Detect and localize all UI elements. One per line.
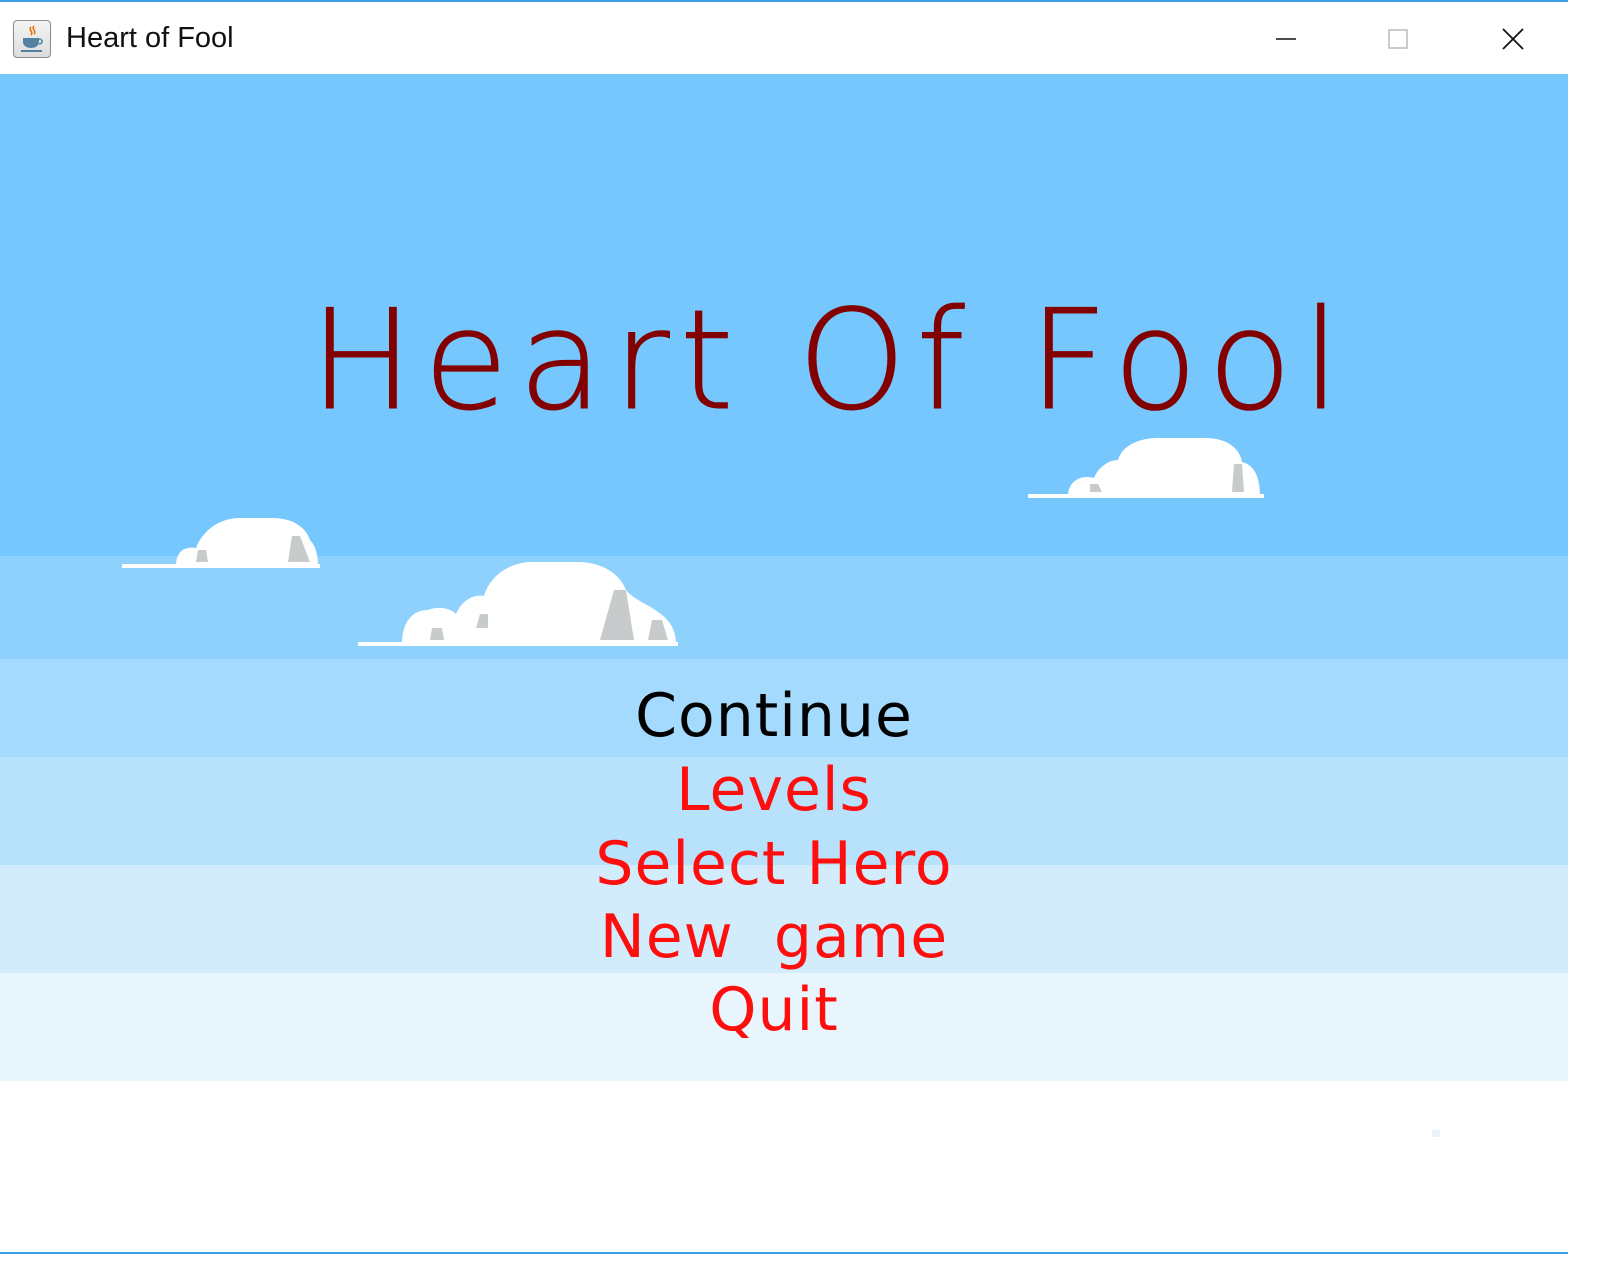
sky-band [0,1081,1568,1252]
menu-item-new-game[interactable]: New game [0,907,1548,967]
window-title: Heart of Fool [66,22,234,54]
cloud-image [358,562,678,646]
game-canvas[interactable]: Heart Of Fool Continue Levels Select Her… [0,74,1568,1252]
pixel-speck [1432,1130,1440,1137]
title-bar[interactable]: Heart of Fool [0,2,1568,74]
close-icon [1502,28,1524,50]
minimize-icon [1276,38,1296,40]
java-coffee-cup-icon[interactable] [13,20,51,58]
close-button[interactable] [1483,16,1543,62]
minimize-button[interactable] [1256,16,1316,62]
menu-item-select-hero[interactable]: Select Hero [0,834,1548,894]
cloud-image [122,518,320,568]
menu-item-quit[interactable]: Quit [0,980,1548,1040]
game-title: Heart Of Fool [309,280,1351,441]
menu-item-continue[interactable]: Continue [0,686,1548,746]
game-window: Heart of Fool Heart Of Fool Continue Lev… [0,0,1568,1254]
maximize-button[interactable] [1368,16,1428,62]
menu-item-levels[interactable]: Levels [0,760,1548,820]
cloud-image [1028,438,1264,498]
maximize-icon [1388,29,1408,49]
